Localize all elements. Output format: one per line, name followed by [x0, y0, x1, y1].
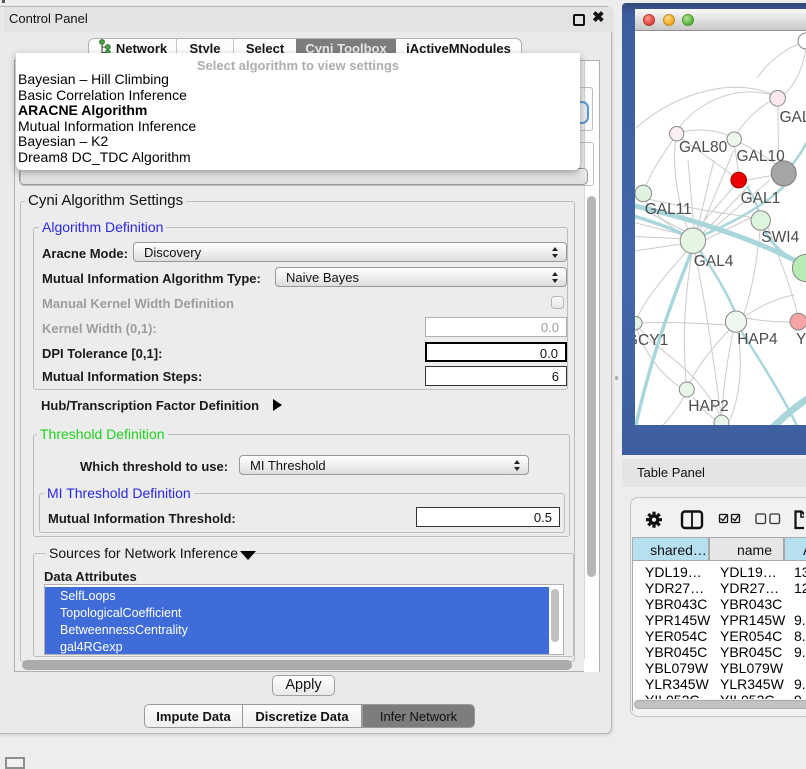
svg-text:HAP2: HAP2 [688, 398, 729, 415]
svg-text:SWI4: SWI4 [761, 229, 799, 246]
svg-text:GCY1: GCY1 [635, 332, 668, 349]
svg-text:Y: Y [796, 331, 806, 348]
svg-text:GAL2: GAL2 [780, 109, 806, 126]
svg-text:GAL1: GAL1 [741, 190, 781, 207]
svg-text:GAL10: GAL10 [737, 148, 786, 165]
svg-text:GAL4: GAL4 [694, 253, 734, 270]
svg-text:GAL80: GAL80 [679, 139, 728, 156]
svg-text:GAL11: GAL11 [645, 201, 692, 218]
svg-text:HAP4: HAP4 [737, 331, 778, 348]
